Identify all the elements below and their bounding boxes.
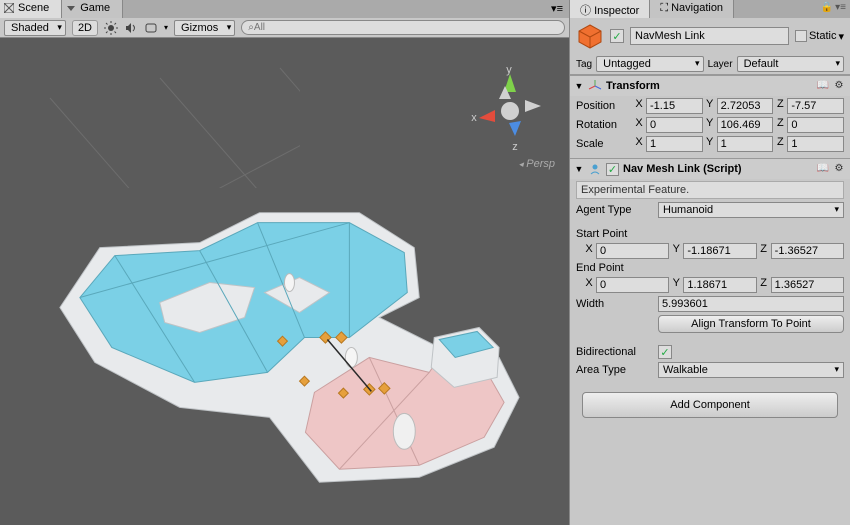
navmeshlink-header[interactable]: ▼ ✓ Nav Mesh Link (Script) 📖⚙ [570,159,850,179]
scale-x[interactable]: 1 [646,136,703,152]
navigation-icon: ⛶ [660,2,668,14]
scale-z[interactable]: 1 [787,136,844,152]
transform-icon [588,79,602,93]
transform-header[interactable]: ▼ Transform 📖⚙ [570,76,850,96]
svg-text:x: x [471,112,477,124]
start-point-label: Start Point [576,228,844,240]
end-x[interactable]: 0 [596,277,669,293]
start-x[interactable]: 0 [596,243,669,259]
gameobject-name-field[interactable]: NavMesh Link [630,27,789,45]
lock-icon[interactable]: 🔒 [821,2,833,13]
gameobject-header: ✓ NavMesh Link Static ▾ [570,18,850,54]
layer-label: Layer [708,59,733,70]
tab-inspector[interactable]: ⓘ Inspector [570,0,650,18]
scene-toolbar: Shaded 2D ▾ Gizmos ⌕ [0,18,569,38]
position-y[interactable]: 2.72053 [717,98,774,114]
start-y[interactable]: -1.18671 [683,243,756,259]
pane-menu-icon[interactable]: ▾≡ [835,2,846,13]
gameobject-icon[interactable] [576,22,604,50]
orientation-gizmo[interactable]: y x z [465,66,555,156]
inspector-tab-bar: ⓘ Inspector ⛶ Navigation 🔒 ▾≡ [570,0,850,18]
static-dropdown-icon[interactable]: ▾ [838,30,844,43]
help-icon[interactable]: 📖 [816,163,830,175]
position-z[interactable]: -7.57 [787,98,844,114]
shading-dropdown[interactable]: Shaded [4,20,66,36]
component-enabled-checkbox[interactable]: ✓ [606,163,619,176]
scene-search[interactable]: ⌕ [241,20,565,35]
area-type-dropdown[interactable]: Walkable [658,362,844,378]
end-point-label: End Point [576,262,844,274]
position-x[interactable]: -1.15 [646,98,703,114]
active-checkbox[interactable]: ✓ [610,29,624,43]
scene-icon [4,3,14,13]
search-input[interactable] [254,22,558,33]
inspector-icon: ⓘ [580,5,591,17]
end-y[interactable]: 1.18671 [683,277,756,293]
game-icon [66,3,76,13]
tab-game[interactable]: Game [62,0,123,18]
audio-icon[interactable] [124,21,138,35]
gear-icon[interactable]: ⚙ [832,163,846,175]
bidirectional-checkbox[interactable]: ✓ [658,345,672,359]
tab-game-label: Game [80,2,110,14]
experimental-banner: Experimental Feature. [576,181,844,199]
2d-toggle[interactable]: 2D [72,20,98,36]
fx-dropdown[interactable]: ▾ [164,23,168,32]
static-toggle[interactable]: Static ▾ [795,30,844,43]
navmeshlink-icon [588,162,602,176]
tab-scene-label: Scene [18,2,49,14]
rotation-y[interactable]: 106.469 [717,117,774,133]
scene-viewport[interactable]: y x z ◂ Persp [0,38,569,525]
light-icon[interactable] [104,21,118,35]
svg-text:z: z [512,141,518,153]
svg-text:y: y [506,66,512,76]
scale-y[interactable]: 1 [717,136,774,152]
width-field[interactable]: 5.993601 [658,296,844,312]
gear-icon[interactable]: ⚙ [832,80,846,92]
tab-navigation[interactable]: ⛶ Navigation [650,0,734,18]
tab-scene[interactable]: Scene [0,0,62,18]
layer-dropdown[interactable]: Default [737,56,844,72]
gizmos-dropdown[interactable]: Gizmos [174,20,235,36]
scene-tab-bar: Scene Game ▾≡ [0,0,569,18]
pane-menu-icon[interactable]: ▾≡ [545,0,569,18]
tag-label: Tag [576,59,592,70]
add-component-button[interactable]: Add Component [582,392,838,418]
rotation-x[interactable]: 0 [646,117,703,133]
align-transform-button[interactable]: Align Transform To Point [658,315,844,333]
tag-dropdown[interactable]: Untagged [596,56,703,72]
persp-label: ◂ Persp [519,158,555,170]
help-icon[interactable]: 📖 [816,80,830,92]
start-z[interactable]: -1.36527 [771,243,844,259]
fx-icon[interactable] [144,21,158,35]
agent-type-dropdown[interactable]: Humanoid [658,202,844,218]
foldout-icon[interactable]: ▼ [574,81,584,91]
rotation-z[interactable]: 0 [787,117,844,133]
end-z[interactable]: 1.36527 [771,277,844,293]
foldout-icon[interactable]: ▼ [574,164,584,174]
